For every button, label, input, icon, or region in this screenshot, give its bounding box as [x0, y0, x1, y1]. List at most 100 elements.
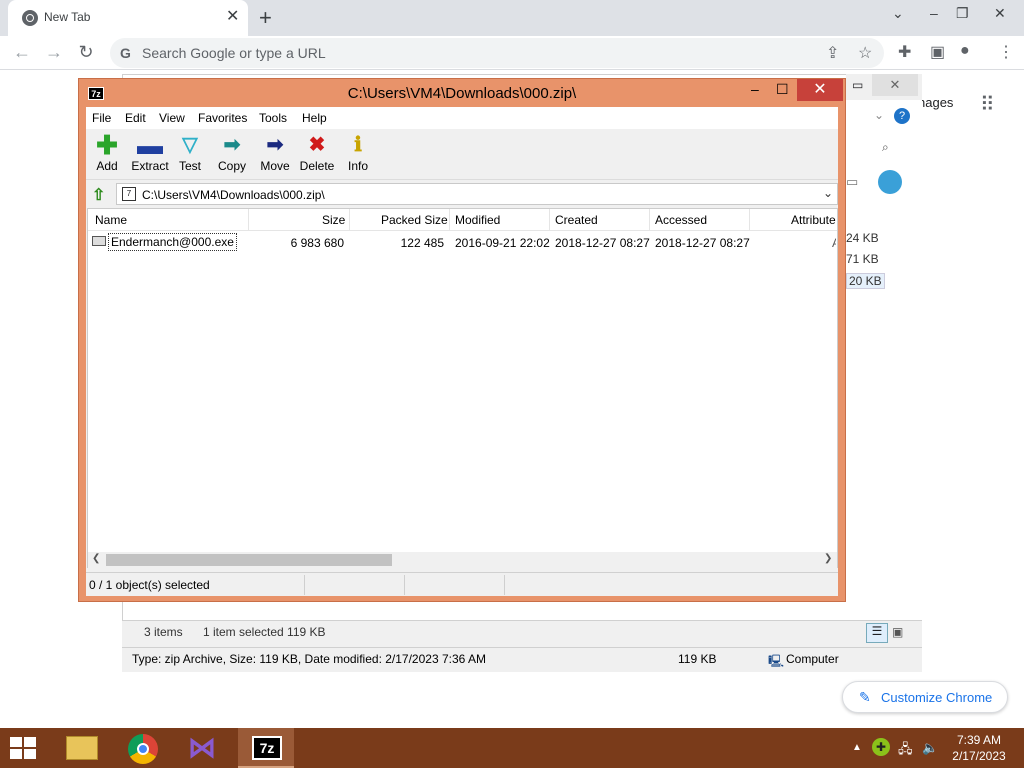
column-created[interactable]: Created [555, 213, 598, 227]
tab-new-tab[interactable]: New Tab ✕ [8, 0, 248, 36]
taskbar-clock[interactable]: 7:39 AM 2/17/2023 [948, 732, 1010, 764]
extract-button[interactable]: ▬ Extract [129, 132, 171, 173]
details-view-icon[interactable]: ☰ [866, 623, 888, 643]
bg-details-bar: Type: zip Archive, Size: 119 KB, Date mo… [122, 647, 922, 671]
add-label: Add [96, 159, 118, 173]
copy-button[interactable]: ➡ Copy [215, 134, 249, 173]
info-button[interactable]: ℹ Info [345, 134, 371, 173]
bg-details-size: 119 KB [678, 652, 717, 666]
check-icon: ▽ [182, 134, 198, 156]
tray-app-icon[interactable]: ✚ [872, 738, 890, 756]
tab-close-icon[interactable]: ✕ [226, 8, 239, 26]
column-size[interactable]: Size [322, 213, 345, 227]
close-window-icon[interactable]: ✕ [994, 5, 1006, 22]
minimize-icon[interactable]: – [930, 5, 938, 21]
preview-pane-icon[interactable]: ▭ [846, 174, 858, 190]
tray-expand-icon[interactable]: ▲ [852, 742, 862, 753]
column-divider[interactable] [248, 209, 249, 231]
tab-search-icon[interactable]: ⌄ [892, 5, 904, 22]
extensions-icon[interactable]: ✚ [898, 42, 911, 62]
column-divider[interactable] [349, 209, 350, 231]
windows-logo-icon [10, 737, 38, 759]
sevenzip-maximize-icon[interactable]: ☐ [776, 81, 789, 98]
file-name[interactable]: Endermanch@000.exe [108, 233, 237, 251]
column-accessed[interactable]: Accessed [655, 213, 707, 227]
chevron-down-icon[interactable]: ⌄ [823, 186, 833, 200]
restore-icon[interactable]: ❐ [956, 5, 969, 22]
bookmark-star-icon[interactable]: ☆ [858, 43, 872, 63]
new-tab-button[interactable]: + [259, 5, 272, 31]
column-divider[interactable] [549, 209, 550, 231]
menu-view[interactable]: View [159, 111, 185, 125]
side-panel-icon[interactable]: ▣ [930, 42, 945, 62]
file-list[interactable]: Name Size Packed Size Modified Created A… [87, 208, 838, 568]
sevenzip-taskbar-icon: 7z [252, 736, 282, 760]
path-text: C:\Users\VM4\Downloads\000.zip\ [142, 188, 325, 202]
chrome-icon-center [137, 743, 149, 755]
start-button[interactable] [0, 728, 56, 768]
omnibox[interactable]: G Search Google or type a URL ⇪ ☆ [110, 38, 884, 68]
folder-icon [66, 736, 98, 760]
network-icon[interactable]: 🖧 [898, 740, 913, 762]
forward-icon[interactable]: → [42, 40, 66, 64]
windows-taskbar: ⋈ 7z ▲ ✚ 🖧 🔈 7:39 AM 2/17/2023 [0, 728, 1024, 768]
column-divider[interactable] [749, 209, 750, 231]
bg-file-size: 24 KB [846, 231, 879, 245]
globe-icon[interactable] [878, 170, 902, 194]
menu-help[interactable]: Help [302, 111, 327, 125]
sevenzip-close-button[interactable]: ✕ [797, 79, 843, 101]
add-button[interactable]: ✚ Add [94, 132, 120, 173]
share-icon[interactable]: ⇪ [826, 43, 839, 63]
delete-label: Delete [299, 159, 335, 173]
sevenzip-titlebar[interactable]: 7z C:\Users\VM4\Downloads\000.zip\ – ☐ ✕ [79, 79, 845, 107]
customize-chrome-button[interactable]: ✎ Customize Chrome [842, 681, 1008, 713]
menu-file[interactable]: File [92, 111, 111, 125]
large-icons-view-icon[interactable]: ▣ [892, 625, 903, 639]
column-divider[interactable] [449, 209, 450, 231]
menu-tools[interactable]: Tools [259, 111, 287, 125]
background-explorer-panel: ⌄ ? ⌕ ▭ [846, 100, 922, 640]
bg-chevron-down-icon[interactable]: ⌄ [874, 108, 884, 122]
info-icon: ℹ [354, 134, 362, 156]
volume-icon[interactable]: 🔈 [922, 740, 938, 756]
taskbar-chrome[interactable] [116, 728, 172, 768]
menu-edit[interactable]: Edit [125, 111, 146, 125]
file-created: 2018-12-27 08:27 [555, 236, 650, 250]
path-combobox[interactable]: 7 C:\Users\VM4\Downloads\000.zip\ ⌄ [116, 183, 838, 205]
column-name[interactable]: Name [95, 213, 127, 227]
profile-icon[interactable]: ● [960, 42, 970, 60]
move-button[interactable]: ➡ Move [258, 134, 292, 173]
back-icon[interactable]: ← [10, 40, 34, 64]
exe-file-icon [92, 236, 106, 246]
search-icon[interactable]: ⌕ [882, 140, 889, 155]
status-divider [504, 575, 505, 595]
bg-restore-icon[interactable]: ▭ [852, 78, 863, 92]
delete-button[interactable]: ✖ Delete [297, 134, 337, 173]
test-button[interactable]: ▽ Test [176, 134, 204, 173]
column-divider[interactable] [649, 209, 650, 231]
info-label: Info [347, 159, 368, 173]
column-attribute[interactable]: Attribute [791, 213, 836, 227]
up-folder-icon[interactable]: ⇧ [92, 185, 105, 205]
images-link[interactable]: nages [918, 95, 953, 110]
bg-close-icon[interactable]: ✕ [872, 74, 918, 96]
extract-label: Extract [131, 159, 169, 173]
background-explorer-titlebar: ▭ ✕ [846, 74, 922, 100]
file-packed-size: 122 485 [400, 236, 444, 250]
taskbar-7zip[interactable]: 7z [238, 728, 294, 768]
reload-icon[interactable]: ↻ [74, 40, 98, 64]
chrome-menu-icon[interactable]: ⋮ [998, 42, 1014, 62]
column-modified[interactable]: Modified [455, 213, 500, 227]
scroll-thumb[interactable] [106, 554, 392, 566]
status-divider [404, 575, 405, 595]
sevenzip-minimize-icon[interactable]: – [751, 81, 759, 97]
scroll-left-icon[interactable]: ❮ [92, 553, 100, 564]
help-icon[interactable]: ? [894, 108, 910, 124]
horizontal-scrollbar[interactable]: ❮ ❯ [88, 552, 837, 568]
column-packed-size[interactable]: Packed Size [381, 213, 448, 227]
taskbar-file-explorer[interactable] [54, 728, 110, 768]
scroll-right-icon[interactable]: ❯ [824, 553, 832, 564]
apps-grid-icon[interactable]: ⠿ [980, 92, 995, 117]
menu-favorites[interactable]: Favorites [198, 111, 247, 125]
taskbar-visual-studio[interactable]: ⋈ [176, 728, 232, 768]
